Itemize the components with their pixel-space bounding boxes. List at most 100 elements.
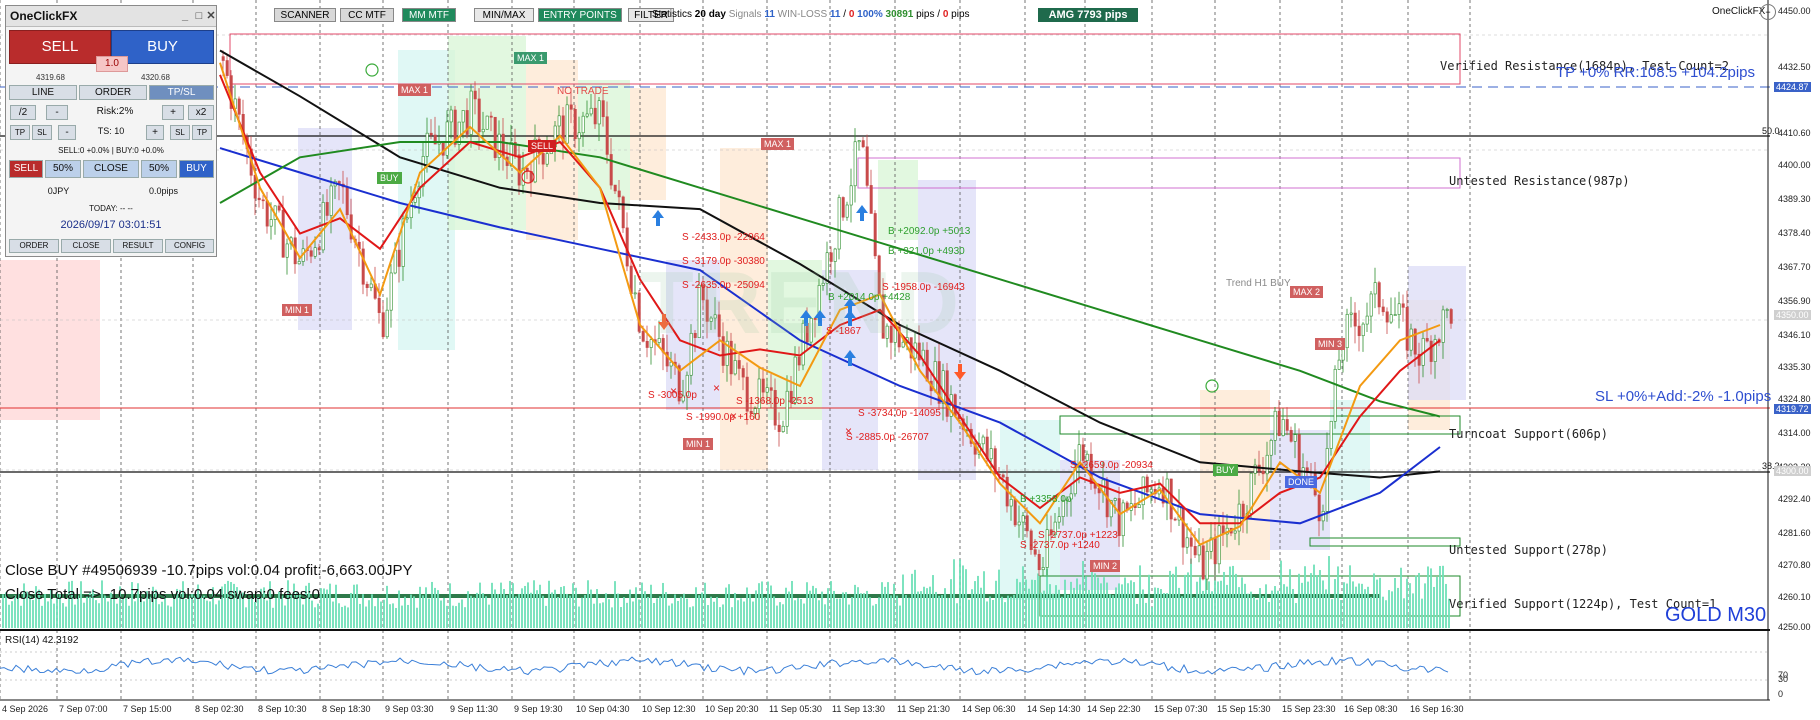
candle-body (485, 115, 489, 130)
volume-bar (1031, 579, 1033, 628)
close-tab[interactable]: CLOSE (61, 239, 111, 253)
volume-bar (1268, 601, 1270, 628)
volume-bar (1307, 581, 1309, 628)
close-buy-half-button[interactable]: 50% (141, 160, 177, 178)
volume-bar (674, 594, 676, 628)
cc-mtf-button[interactable]: CC MTF (340, 8, 394, 22)
candle-body (797, 356, 801, 366)
volume-bar (1040, 592, 1042, 628)
min-max-button[interactable]: MIN/MAX (474, 8, 534, 22)
volume-bar (314, 607, 316, 628)
candle-body (325, 202, 329, 216)
volume-bar (746, 587, 748, 628)
close-sell-button[interactable]: SELL (9, 160, 43, 178)
candle-body (369, 283, 373, 288)
candle-body (1357, 325, 1361, 337)
ts-increase-button[interactable]: + (146, 125, 164, 140)
no-trade-label: NO TRADE (557, 86, 609, 97)
volume-bar (116, 603, 118, 628)
mode-tpsl-tab[interactable]: TP/SL (149, 85, 214, 100)
volume-bar (776, 605, 778, 628)
volume-bar (815, 588, 817, 628)
winloss-label: WIN-LOSS (777, 9, 828, 20)
volume-bar (839, 598, 841, 628)
volume-bar (317, 603, 319, 628)
ts-decrease-button[interactable]: - (58, 125, 76, 140)
volume-bar (47, 601, 49, 628)
candle-body (317, 247, 321, 251)
volume-bar (536, 590, 538, 628)
volume-bar (692, 606, 694, 628)
close-icon[interactable]: ✕ (204, 6, 218, 26)
volume-bar (1319, 570, 1321, 628)
candle-body (617, 190, 621, 198)
candle-body (1205, 551, 1209, 580)
candle-body (1373, 282, 1377, 295)
volume-bar (833, 590, 835, 628)
trend-label: Trend H1 BUY (1226, 278, 1291, 289)
price-tick-label: 4400.00 (1778, 160, 1811, 170)
halve-lot-button[interactable]: /2 (10, 105, 36, 120)
tp-right-button[interactable]: TP (192, 125, 212, 140)
volume-bar (821, 591, 823, 628)
risk-decrease-button[interactable]: - (46, 105, 68, 120)
volume-bar (896, 595, 898, 628)
panel-titlebar[interactable]: OneClickFX _ □ ✕ (6, 6, 216, 27)
volume-bar (1004, 602, 1006, 628)
sl-left-button[interactable]: SL (32, 125, 52, 140)
volume-bar (1250, 591, 1252, 628)
volume-bar (1376, 579, 1378, 628)
price-chart[interactable]: ×××× (0, 0, 1820, 720)
volume-bar (1181, 596, 1183, 628)
price-tick-label: 4324.80 (1778, 394, 1811, 404)
risk-increase-button[interactable]: + (162, 105, 184, 120)
session-zone (0, 260, 100, 420)
volume-bar (512, 583, 514, 628)
scanner-button[interactable]: SCANNER (274, 8, 336, 22)
panel-title: OneClickFX (10, 9, 78, 23)
tp-left-button[interactable]: TP (10, 125, 30, 140)
volume-bar (527, 582, 529, 628)
candle-body (581, 115, 585, 134)
volume-bar (653, 603, 655, 628)
close-buy-button[interactable]: BUY (179, 160, 214, 178)
mode-order-tab[interactable]: ORDER (79, 85, 147, 100)
candle-body (1449, 309, 1453, 324)
volume-bar (848, 604, 850, 628)
close-sell-half-button[interactable]: 50% (45, 160, 81, 178)
minimize-icon[interactable]: _ (178, 6, 192, 26)
mm-mtf-button[interactable]: MM MTF (402, 8, 456, 22)
close-all-button[interactable]: CLOSE (83, 160, 139, 178)
result-tab[interactable]: RESULT (113, 239, 163, 253)
order-tab[interactable]: ORDER (9, 239, 59, 253)
volume-bar (1061, 596, 1063, 628)
double-lot-button[interactable]: x2 (188, 105, 214, 120)
volume-bar (782, 604, 784, 628)
candle-body (1145, 476, 1149, 493)
volume-bar (818, 600, 820, 628)
mode-line-tab[interactable]: LINE (9, 85, 77, 100)
entry-points-button[interactable]: ENTRY POINTS (538, 8, 622, 22)
close-total-message: Close Total => -10.7pips vol:0.04 swap:0… (5, 586, 320, 603)
volume-bar (404, 596, 406, 628)
config-tab[interactable]: CONFIG (165, 239, 214, 253)
volume-bar (458, 602, 460, 628)
volume-bar (851, 597, 853, 628)
volume-bar (215, 604, 217, 628)
sl-right-button[interactable]: SL (170, 125, 190, 140)
volume-bar (443, 597, 445, 628)
candle-body (1281, 419, 1285, 436)
volume-bar (563, 586, 565, 628)
volume-bar (944, 588, 946, 628)
trade-label: S -3005.0p (648, 390, 697, 401)
candle-body (869, 185, 873, 214)
candle-body (1233, 530, 1237, 534)
volume-bar (1088, 589, 1090, 628)
lot-size-field[interactable]: 1.0 (96, 56, 128, 72)
volume-bar (1124, 577, 1126, 628)
volume-bar (1109, 594, 1111, 628)
volume-bar (254, 601, 256, 628)
volume-bar (977, 575, 979, 628)
volume-bar (1175, 566, 1177, 628)
volume-bar (1322, 580, 1324, 628)
